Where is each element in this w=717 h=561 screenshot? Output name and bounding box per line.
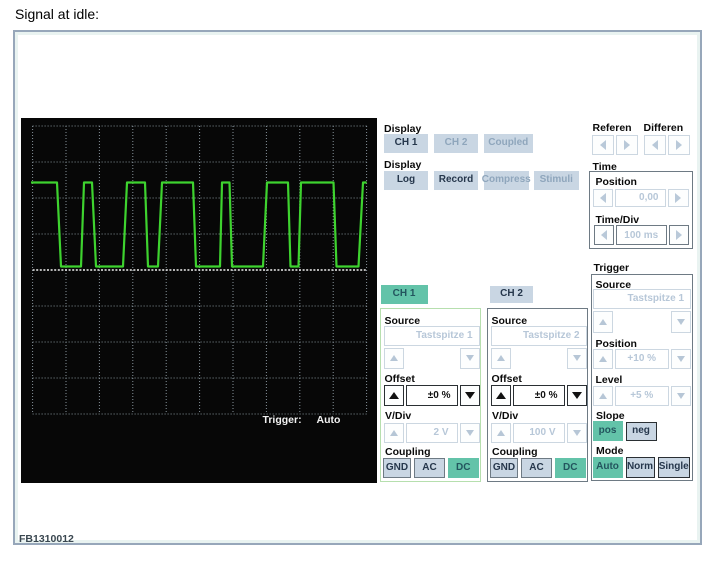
svg-text:Auto: Auto <box>317 414 341 426</box>
svg-text:Trigger:: Trigger: <box>263 414 302 426</box>
